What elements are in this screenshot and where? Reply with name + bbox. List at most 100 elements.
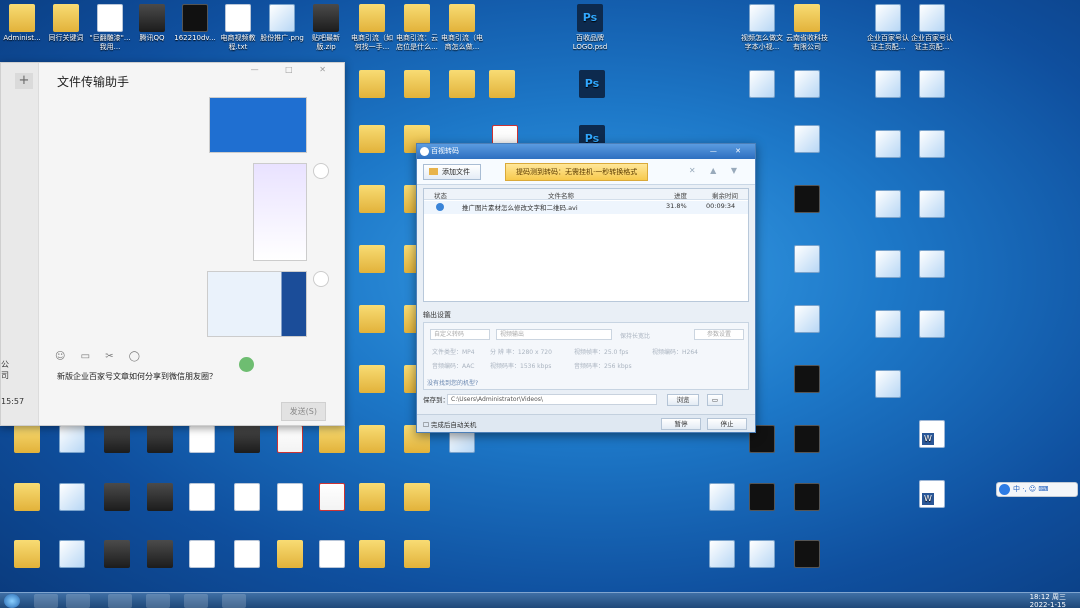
desktop-folder-icon[interactable] bbox=[480, 70, 524, 100]
desktop-icon[interactable]: 股份推广.png bbox=[260, 4, 304, 43]
desktop-doc-icon[interactable] bbox=[180, 540, 224, 570]
send-button[interactable]: 发送(S) bbox=[280, 402, 326, 421]
desktop-folder-icon[interactable] bbox=[395, 70, 439, 100]
desktop-folder-icon[interactable] bbox=[395, 540, 439, 570]
desktop-app-icon[interactable] bbox=[138, 540, 182, 570]
open-folder-button[interactable]: ▭ bbox=[707, 394, 723, 406]
desktop-image-icon[interactable] bbox=[785, 125, 829, 155]
desktop-app-icon[interactable] bbox=[95, 425, 139, 455]
save-path-input[interactable]: C:\Users\Administrator\Videos\ bbox=[447, 394, 657, 405]
desktop-word-icon[interactable] bbox=[910, 420, 954, 450]
desktop-icon[interactable]: 电商引流（如何找一手... bbox=[350, 4, 394, 52]
desktop-video-icon[interactable] bbox=[785, 540, 829, 570]
desktop-icon[interactable]: 162210dv... bbox=[173, 4, 217, 43]
desktop-doc-icon[interactable] bbox=[310, 540, 354, 570]
desktop-image-icon[interactable] bbox=[910, 70, 954, 100]
desktop-folder-icon[interactable] bbox=[350, 425, 394, 455]
desktop-image-icon[interactable] bbox=[910, 190, 954, 220]
stop-button[interactable]: 停止 bbox=[707, 418, 747, 430]
desktop-image-icon[interactable] bbox=[700, 540, 744, 570]
taskbar-app-icon[interactable] bbox=[222, 594, 246, 608]
desktop-image-icon[interactable] bbox=[866, 250, 910, 280]
desktop-folder-icon[interactable] bbox=[5, 425, 49, 455]
desktop-folder-icon[interactable] bbox=[350, 125, 394, 155]
taskbar-app-icon[interactable] bbox=[108, 594, 132, 608]
desktop-app-icon[interactable] bbox=[95, 540, 139, 570]
desktop-icon[interactable]: 电商引流（电商怎么做... bbox=[440, 4, 484, 52]
desktop-icon[interactable]: 视频怎么做文字本小视... bbox=[740, 4, 784, 52]
desktop-icon[interactable]: Administ... bbox=[0, 4, 44, 43]
desktop-image-icon[interactable] bbox=[866, 70, 910, 100]
chat-image-message[interactable] bbox=[207, 271, 307, 337]
message-input[interactable]: 新版企业百家号文章如何分享到微信朋友圈？ bbox=[57, 371, 217, 382]
window-controls[interactable]: — ✕ bbox=[710, 144, 749, 159]
desktop-image-icon[interactable] bbox=[866, 190, 910, 220]
desktop-folder-icon[interactable] bbox=[350, 70, 394, 100]
taskbar-app-icon[interactable] bbox=[184, 594, 208, 608]
desktop-image-icon[interactable] bbox=[50, 483, 94, 513]
params-button[interactable]: 参数设置 bbox=[694, 329, 744, 340]
desktop-doc-icon[interactable] bbox=[225, 540, 269, 570]
clock[interactable]: 18:12 周三 2022-1-15 bbox=[1030, 593, 1066, 608]
desktop-video-icon[interactable] bbox=[785, 483, 829, 513]
chat-input-toolbar[interactable]: ☺ ▭ ✂ ◯ bbox=[55, 351, 146, 362]
desktop-icon[interactable]: 同行关键词 bbox=[44, 4, 88, 43]
desktop-folder-icon[interactable] bbox=[350, 305, 394, 335]
desktop-app-icon[interactable] bbox=[138, 483, 182, 513]
desktop-video-icon[interactable] bbox=[785, 425, 829, 455]
browse-button[interactable]: 浏览 bbox=[667, 394, 699, 406]
desktop-icon[interactable]: "巨翻雕漆"...我用... bbox=[88, 4, 132, 52]
desktop-folder-icon[interactable] bbox=[350, 540, 394, 570]
shutdown-checkbox[interactable]: ☐ 完成后自动关机 bbox=[423, 419, 476, 429]
desktop-red-file-icon[interactable] bbox=[310, 483, 354, 513]
desktop-word-icon[interactable] bbox=[910, 480, 954, 510]
pause-button[interactable]: 暂停 bbox=[661, 418, 701, 430]
taskbar-app-icon[interactable] bbox=[66, 594, 90, 608]
ime-toolbar[interactable]: 中 ·, ☺ ⌨ bbox=[996, 482, 1078, 497]
desktop-folder-icon[interactable] bbox=[350, 185, 394, 215]
add-chat-button[interactable]: + bbox=[15, 73, 33, 89]
taskbar-app-icon[interactable] bbox=[146, 594, 170, 608]
window-controls[interactable]: — □ ✕ bbox=[251, 65, 338, 74]
desktop-doc-icon[interactable] bbox=[225, 483, 269, 513]
desktop-ps-icon[interactable]: Ps bbox=[570, 70, 614, 100]
desktop-red-file-icon[interactable] bbox=[268, 425, 312, 455]
desktop-app-icon[interactable] bbox=[138, 425, 182, 455]
desktop-folder-icon[interactable] bbox=[350, 365, 394, 395]
promo-banner[interactable]: 提码测到转码：无需挂机·一秒转换格式 bbox=[505, 163, 649, 181]
desktop-image-icon[interactable] bbox=[910, 130, 954, 160]
desktop-image-icon[interactable] bbox=[740, 70, 784, 100]
desktop-folder-icon[interactable] bbox=[5, 483, 49, 513]
desktop-image-icon[interactable] bbox=[50, 425, 94, 455]
desktop-icon[interactable]: 企业百家号认证主页配... bbox=[910, 4, 954, 52]
desktop-icon[interactable]: 电商引流：云店位是什么... bbox=[395, 4, 439, 52]
desktop-folder-icon[interactable] bbox=[350, 245, 394, 275]
desktop-icon[interactable]: 电商视频教程.txt bbox=[216, 4, 260, 52]
desktop-image-icon[interactable] bbox=[785, 70, 829, 100]
preset-select[interactable]: 视频输出 bbox=[496, 329, 612, 340]
chat-image-message[interactable] bbox=[209, 97, 307, 153]
chat-image-message[interactable] bbox=[253, 163, 307, 261]
desktop-folder-icon[interactable] bbox=[395, 483, 439, 513]
desktop-image-icon[interactable] bbox=[785, 305, 829, 335]
desktop-image-icon[interactable] bbox=[910, 310, 954, 340]
desktop-image-icon[interactable] bbox=[910, 250, 954, 280]
desktop-image-icon[interactable] bbox=[866, 310, 910, 340]
desktop-doc-icon[interactable] bbox=[268, 483, 312, 513]
add-file-button[interactable]: 添加文件 bbox=[423, 164, 481, 180]
desktop-doc-icon[interactable] bbox=[180, 483, 224, 513]
desktop-app-icon[interactable] bbox=[225, 425, 269, 455]
desktop-image-icon[interactable] bbox=[700, 483, 744, 513]
desktop-icon[interactable]: 腾讯QQ bbox=[130, 4, 174, 43]
desktop-image-icon[interactable] bbox=[740, 540, 784, 570]
device-hint-link[interactable]: 没有找到您的机型? bbox=[427, 378, 478, 387]
desktop-folder-icon[interactable] bbox=[310, 425, 354, 455]
desktop-folder-icon[interactable] bbox=[440, 70, 484, 100]
desktop-folder-icon[interactable] bbox=[5, 540, 49, 570]
list-action-icons[interactable]: ✕ ▲ ▼ bbox=[689, 166, 743, 175]
taskbar-app-icon[interactable] bbox=[34, 594, 58, 608]
converter-titlebar[interactable]: 百视转码 — ✕ bbox=[417, 144, 755, 159]
desktop-icon[interactable]: 云南省收科技有限公司 bbox=[785, 4, 829, 52]
desktop-image-icon[interactable] bbox=[785, 245, 829, 275]
desktop-video-icon[interactable] bbox=[740, 483, 784, 513]
